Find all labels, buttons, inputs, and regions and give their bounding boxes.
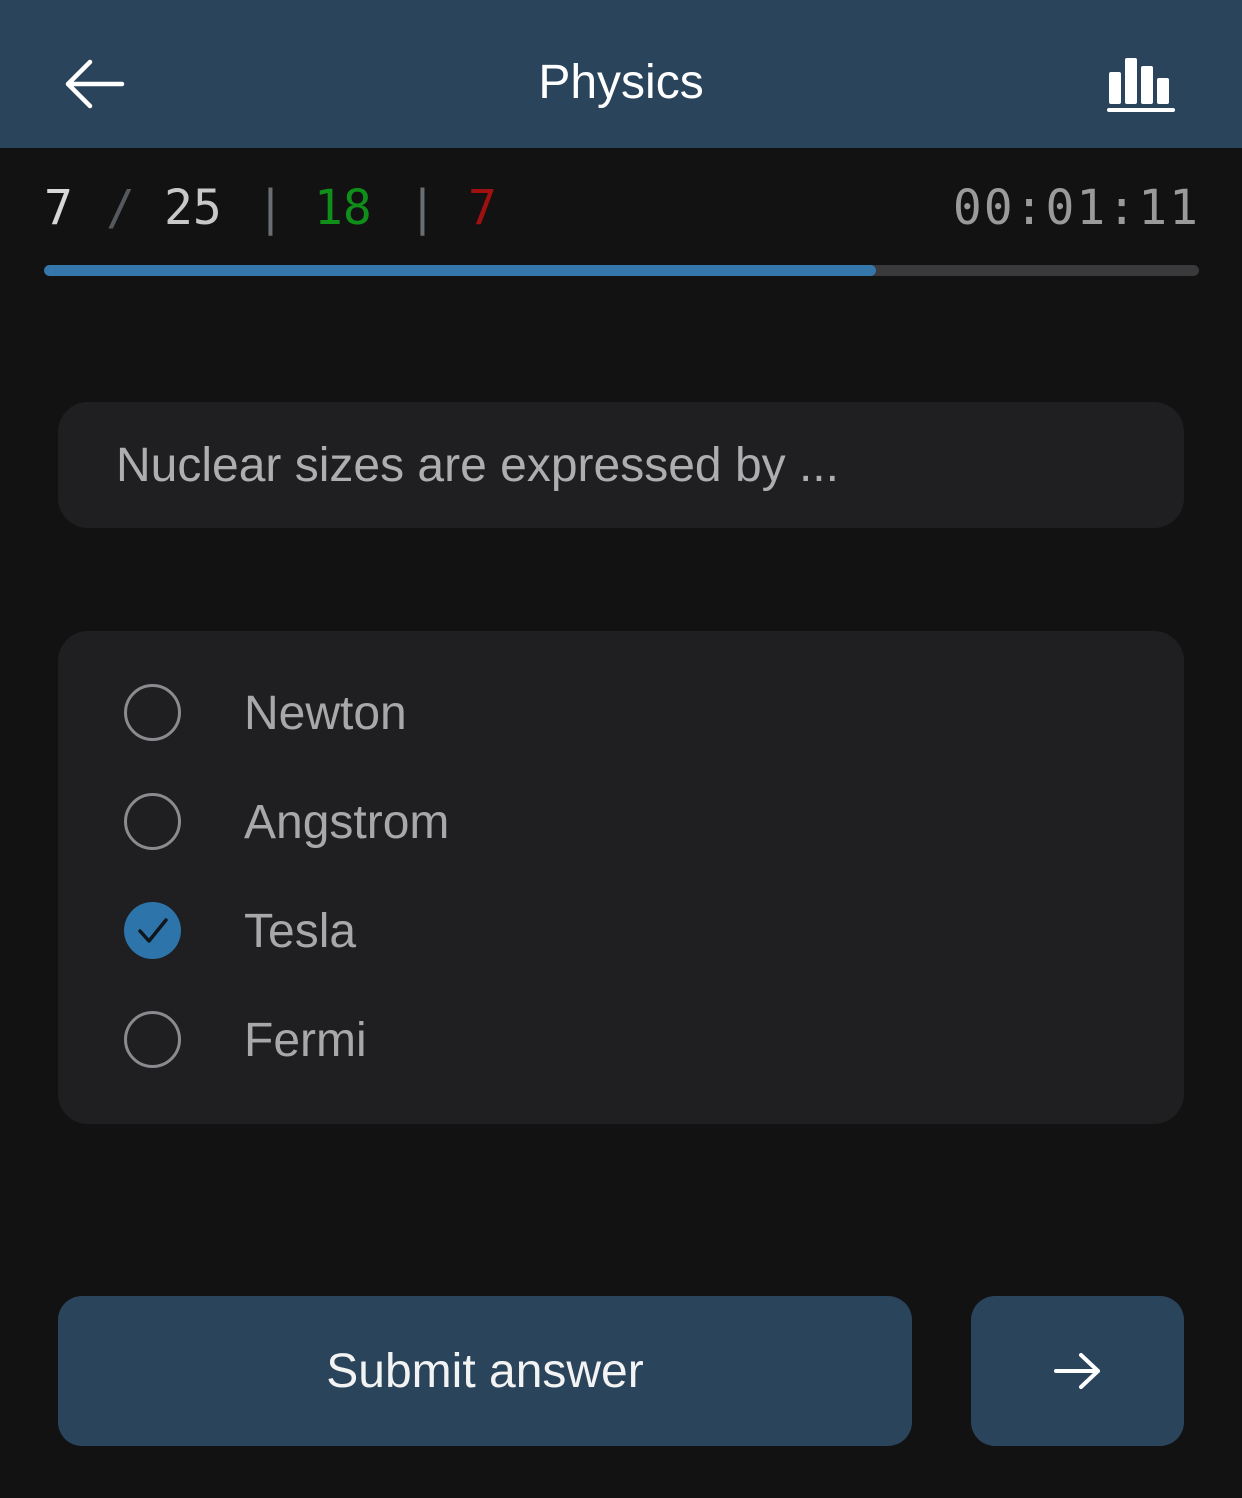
wrong-count: 7 (468, 180, 497, 236)
question-text: Nuclear sizes are expressed by ... (116, 439, 839, 492)
current-question-number: 7 (44, 180, 73, 236)
option-label: Fermi (244, 1014, 367, 1067)
option-angstrom[interactable]: Angstrom (108, 778, 1108, 868)
option-tesla[interactable]: Tesla (108, 887, 1108, 977)
divider: | (256, 180, 285, 236)
option-label: Angstrom (244, 796, 450, 849)
slash-separator: / (106, 180, 135, 236)
submit-answer-button[interactable]: Submit answer (58, 1296, 912, 1446)
radio-unchecked-icon[interactable] (124, 793, 181, 850)
bar-chart-icon (1107, 58, 1175, 112)
elapsed-timer: 00:01:11 (952, 180, 1200, 236)
stats-button[interactable] (1098, 46, 1186, 122)
answer-options: Newton Angstrom Tesla Fermi (58, 631, 1184, 1124)
progress-bar-fill (44, 265, 876, 276)
progress-stats: 7 / 25 | 18 | 7 00:01:11 (44, 176, 1204, 240)
next-question-button[interactable] (971, 1296, 1184, 1446)
page-title: Physics (538, 56, 704, 109)
progress-bar (44, 265, 1199, 276)
arrow-right-icon (1053, 1353, 1100, 1389)
correct-count: 18 (314, 180, 372, 236)
option-label: Newton (244, 687, 407, 740)
option-fermi[interactable]: Fermi (108, 996, 1108, 1086)
radio-unchecked-icon[interactable] (124, 684, 181, 741)
checkmark-icon (137, 917, 168, 943)
app-header: Physics (0, 0, 1242, 148)
total-questions: 25 (164, 180, 222, 236)
option-newton[interactable]: Newton (108, 669, 1108, 759)
radio-unchecked-icon[interactable] (124, 1011, 181, 1068)
question-card: Nuclear sizes are expressed by ... (58, 402, 1184, 528)
option-label: Tesla (244, 905, 357, 958)
radio-checked-icon[interactable] (124, 902, 181, 959)
divider: | (408, 180, 437, 236)
